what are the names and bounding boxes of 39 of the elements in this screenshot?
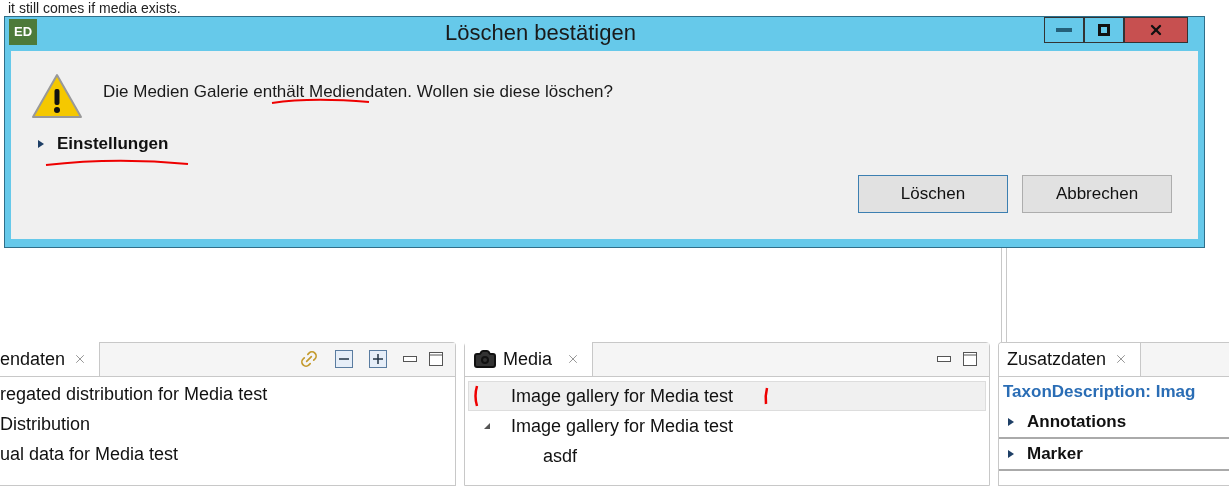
tree-row[interactable]: asdf	[468, 441, 986, 471]
note-text: it still comes if media exists.	[7, 0, 182, 16]
dialog-message: Die Medien Galerie enthält Mediendaten. Wollen sie diese löschen?	[103, 82, 613, 101]
camera-icon	[473, 347, 497, 371]
tree-row[interactable]: Distribution	[0, 409, 455, 439]
maximize-button[interactable]	[1084, 17, 1124, 43]
dialog-button[interactable]: Abbrechen	[1022, 174, 1172, 213]
expand-all-icon[interactable]	[369, 350, 387, 368]
bracket-mark	[473, 385, 479, 407]
details-heading: TaxonDescription: Imag	[1002, 381, 1197, 403]
bracket-mark	[763, 386, 770, 406]
dialog-button[interactable]: Löschen	[858, 174, 1008, 213]
tree-row[interactable]: Image gallery for Media test	[468, 411, 986, 441]
minimize-icon[interactable]	[403, 356, 417, 362]
expand-arrow-icon[interactable]	[1007, 449, 1015, 459]
collapse-all-icon[interactable]	[335, 350, 353, 368]
section-expander[interactable]: Annotations	[999, 407, 1229, 439]
tree-row[interactable]: regated distribution for Media test	[0, 379, 455, 409]
close-icon	[1148, 22, 1164, 38]
warning-icon	[31, 73, 83, 119]
panel-tab[interactable]: Media	[465, 342, 594, 376]
close-button[interactable]	[1124, 17, 1188, 43]
tree-row[interactable]: ual data for Media test	[0, 439, 455, 469]
panel-tab[interactable]: endaten	[0, 342, 101, 376]
minimize-icon	[1056, 28, 1072, 32]
expand-arrow-icon[interactable]	[483, 421, 491, 431]
expand-arrow-icon[interactable]	[37, 138, 45, 149]
expand-arrow-icon[interactable]	[1007, 417, 1015, 427]
settings-expander[interactable]: Einstellungen	[37, 131, 169, 157]
tree-row[interactable]: Image gallery for Media test	[468, 381, 986, 411]
app-icon: ED	[9, 19, 37, 45]
section-expander[interactable]: Marker	[999, 439, 1229, 471]
maximize-icon	[1098, 24, 1110, 36]
window-title: Löschen bestätigen	[444, 19, 637, 47]
minimize-button[interactable]	[1044, 17, 1084, 43]
maximize-icon[interactable]	[429, 352, 443, 366]
panel-tab[interactable]: Zusatzdaten	[999, 343, 1142, 376]
minimize-icon[interactable]	[937, 356, 951, 362]
maximize-icon[interactable]	[963, 352, 977, 366]
